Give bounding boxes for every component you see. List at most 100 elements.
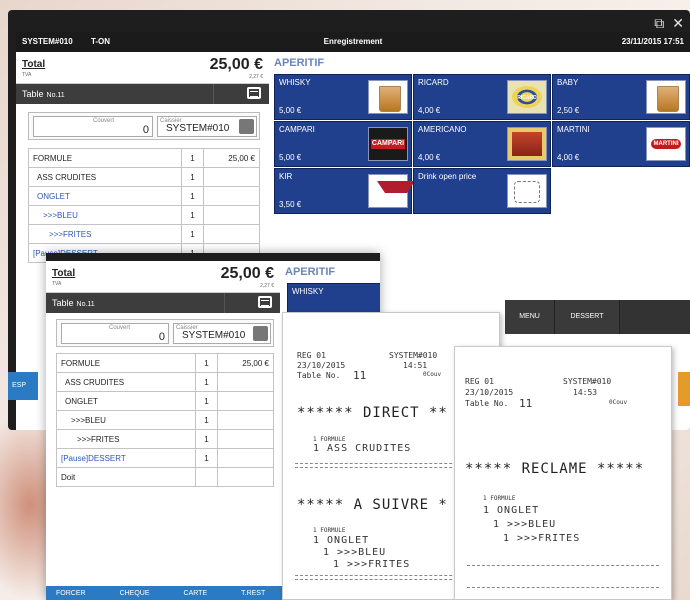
line-qty: 1 bbox=[181, 205, 204, 225]
caissier-field[interactable]: Caissier SYSTEM#010 bbox=[173, 323, 271, 344]
line-qty: 1 bbox=[195, 410, 218, 430]
keyboard-icon[interactable] bbox=[247, 87, 261, 99]
cashier-icon[interactable] bbox=[253, 326, 268, 341]
orange-action-button[interactable] bbox=[678, 372, 690, 406]
receipt-table-no: 11 bbox=[353, 369, 367, 382]
line-amount bbox=[217, 448, 274, 468]
receipt-item-large: 1 >>>FRITES bbox=[333, 559, 411, 570]
product-tile-baby[interactable]: BABY 2,50 € bbox=[552, 74, 690, 120]
table-bar[interactable]: Table No.11 bbox=[16, 84, 269, 104]
product-name: Drink open price bbox=[418, 172, 477, 181]
order-lines-table: FORMULE 1 25,00 € ASS CRUDITES 1 ONGLET 1 >>… bbox=[28, 148, 260, 263]
receipt-suivre-title: ***** A SUIVRE * bbox=[297, 497, 448, 513]
forcer-button[interactable]: FORCER bbox=[56, 590, 86, 600]
table-row[interactable]: >>>FRITES 1 bbox=[28, 224, 260, 244]
divider bbox=[224, 293, 225, 313]
receipt-item-large: 1 ONGLET bbox=[483, 505, 540, 516]
couvert-value: 0 bbox=[142, 124, 149, 136]
total-amount: 25,00 € bbox=[209, 56, 263, 73]
table-row[interactable]: ASS CRUDITES 1 bbox=[56, 372, 274, 392]
esp-button[interactable]: ESP bbox=[8, 372, 38, 400]
receipt-table-no: 11 bbox=[519, 397, 533, 410]
tva-amount: 2,27 € bbox=[249, 74, 263, 80]
line-amount bbox=[203, 224, 260, 244]
table-row[interactable]: [Pause]DESSERT1 bbox=[56, 448, 274, 468]
line-qty: 1 bbox=[181, 167, 204, 187]
trest-button[interactable]: T.REST bbox=[241, 590, 265, 600]
kitchen-receipt-reclame: REG 01 SYSTEM#010 23/10/2015 14:53 Table… bbox=[454, 346, 672, 600]
table-row[interactable]: FORMULE 1 25,00 € bbox=[28, 148, 260, 168]
table-number: No.11 bbox=[46, 92, 65, 99]
line-name: >>>FRITES bbox=[28, 224, 182, 244]
couvert-value: 0 bbox=[158, 331, 165, 343]
table-row[interactable]: ONGLET 1 bbox=[56, 391, 274, 411]
table-row[interactable]: >>>BLEU 1 bbox=[56, 410, 274, 430]
product-name: RICARD bbox=[418, 78, 449, 87]
product-tile-campari[interactable]: CAMPARI 5,00 € CAMPARI bbox=[274, 121, 412, 167]
table-row[interactable]: FORMULE 1 25,00 € bbox=[56, 353, 274, 373]
total-label: Total bbox=[22, 59, 46, 70]
total-row: Total TVA 25,00 € 2,27 € bbox=[46, 261, 280, 293]
table-row[interactable]: >>>BLEU 1 bbox=[28, 205, 260, 225]
table-row[interactable]: ASS CRUDITES 1 bbox=[28, 167, 260, 187]
cheque-button[interactable]: CHEQUE bbox=[120, 590, 150, 600]
couvert-field[interactable]: Couvert 0 bbox=[61, 323, 169, 344]
couvert-label: Couvert bbox=[108, 325, 130, 331]
receipt-table-label: Table No. bbox=[465, 399, 509, 408]
tva-amount: 2,27 € bbox=[260, 283, 274, 289]
line-amount: 25,00 € bbox=[217, 353, 274, 373]
receipt-date: 23/10/2015 bbox=[297, 361, 346, 370]
product-tile-whisky[interactable]: WHISKY bbox=[287, 283, 380, 313]
category-title: APERITIF bbox=[285, 266, 336, 278]
product-tile-kir[interactable]: KIR 3,50 € bbox=[274, 168, 415, 214]
receipt-covers: 0Couv bbox=[609, 399, 628, 406]
product-price: 4,00 € bbox=[418, 106, 441, 115]
popout-icon[interactable]: ⧉ bbox=[654, 16, 664, 30]
info-box: Couvert 0 Caissier SYSTEM#010 bbox=[56, 319, 274, 347]
product-tile-open-price[interactable]: Drink open price bbox=[413, 168, 551, 214]
line-amount bbox=[217, 410, 274, 430]
kir-glasses-icon bbox=[368, 174, 415, 208]
order-lines-table: FORMULE 1 25,00 € ASS CRUDITES 1 ONGLET 1 >>… bbox=[56, 353, 274, 487]
table-row[interactable]: ONGLET 1 bbox=[28, 186, 260, 206]
cashier-icon[interactable] bbox=[239, 119, 254, 134]
product-name: BABY bbox=[557, 78, 579, 87]
open-price-sketch-icon bbox=[507, 174, 547, 208]
line-amount bbox=[203, 205, 260, 225]
category-header: APERITIF bbox=[280, 261, 380, 283]
product-tile-martini[interactable]: MARTINI 4,00 € MARTINI bbox=[552, 121, 690, 167]
line-qty: 1 bbox=[195, 372, 218, 392]
line-qty: 1 bbox=[181, 148, 204, 168]
receipt-reg: REG 01 bbox=[297, 351, 326, 360]
table-row[interactable]: >>>FRITES 1 bbox=[56, 429, 274, 449]
close-icon[interactable]: ✕ bbox=[672, 16, 684, 30]
logo-text: CAMPARI bbox=[371, 140, 405, 147]
product-tile-ricard[interactable]: RICARD 4,00 € RICARD bbox=[413, 74, 551, 120]
product-tile-whisky[interactable]: WHISKY 5,00 € bbox=[274, 74, 412, 120]
total-label: Total bbox=[52, 268, 76, 279]
product-name: CAMPARI bbox=[279, 125, 315, 134]
logo-text: MARTINI bbox=[653, 141, 679, 147]
receipt-covers: 0Couv bbox=[423, 371, 442, 378]
carte-button[interactable]: CARTE bbox=[184, 590, 208, 600]
order-pane: Total TVA 25,00 € 2,27 € Table No.11 Couv… bbox=[46, 261, 280, 600]
line-name: ASS CRUDITES bbox=[28, 167, 182, 187]
menu-button[interactable]: MENU bbox=[505, 300, 555, 334]
keyboard-icon[interactable] bbox=[258, 296, 272, 308]
line-qty: 1 bbox=[195, 391, 218, 411]
empty-function-button[interactable] bbox=[620, 300, 690, 334]
americano-label-icon bbox=[507, 127, 547, 161]
receipt-reclame-title: ***** RECLAME ***** bbox=[465, 461, 645, 477]
couvert-field[interactable]: Couvert 0 bbox=[33, 116, 153, 137]
caissier-field[interactable]: Caissier SYSTEM#010 bbox=[157, 116, 257, 137]
receipt-item-small: 1 FORMULE bbox=[483, 495, 516, 502]
line-qty: 1 bbox=[181, 224, 204, 244]
caissier-value: SYSTEM#010 bbox=[166, 123, 230, 134]
line-amount bbox=[203, 167, 260, 187]
dessert-button[interactable]: DESSERT bbox=[555, 300, 620, 334]
ricard-logo-icon: RICARD bbox=[507, 80, 547, 114]
tva-label: TVA bbox=[22, 72, 32, 78]
table-bar[interactable]: Table No.11 bbox=[46, 293, 280, 313]
receipt-time: 14:51 bbox=[403, 361, 428, 370]
product-tile-americano[interactable]: AMERICANO 4,00 € bbox=[413, 121, 551, 167]
